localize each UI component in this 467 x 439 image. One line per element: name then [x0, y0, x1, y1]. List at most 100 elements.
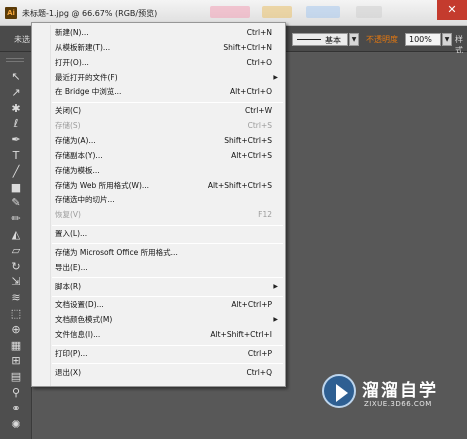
play-icon [336, 384, 348, 402]
file-menu-item[interactable]: 存储为 Microsoft Office 所用格式... [34, 246, 284, 259]
file-menu-item[interactable]: 置入(L)... [34, 227, 284, 240]
opacity-dropdown-icon[interactable]: ▼ [442, 33, 452, 46]
tools-panel: ↖ ↗ ✱ ℓ ✒ T ╱ ■ ✎ ✏ ◭ ▱ ↻ ⇲ ≋ ⬚ ⊕ ▦ ⊞ ▤ ⚲ ⚭ ✺ [0, 52, 32, 439]
line-tool-icon[interactable]: ╱ [8, 165, 24, 179]
watermark-url-text: ZIXUE.3D66.COM [364, 400, 432, 408]
menu-item-label: 在 Bridge 中浏览... [55, 87, 122, 97]
file-menu-item[interactable]: 存储为模板... [34, 164, 284, 177]
menu-item-label: 文档颜色模式(M) [55, 315, 113, 325]
file-menu-item[interactable]: 存储副本(Y)... Alt+Ctrl+S [34, 149, 284, 162]
menu-item-shortcut: Ctrl+O [246, 57, 272, 67]
eraser-tool-icon[interactable]: ▱ [8, 244, 24, 258]
perspective-grid-tool-icon[interactable]: ▦ [8, 339, 24, 353]
watermark-logo-icon [322, 374, 356, 408]
file-menu-item[interactable]: 导出(E)... [34, 261, 284, 274]
file-menu-item: 恢复(V) F12 [34, 208, 284, 221]
blob-brush-tool-icon[interactable]: ◭ [8, 228, 24, 242]
menu-item-label: 存储选中的切片... [55, 195, 115, 205]
shape-builder-tool-icon[interactable]: ⊕ [8, 323, 24, 337]
paintbrush-tool-icon[interactable]: ✎ [8, 196, 24, 210]
window-title: 未标题-1.jpg @ 66.67% (RGB/预览) [22, 9, 158, 18]
panel-grip[interactable] [6, 58, 24, 62]
menu-item-shortcut: Alt+Ctrl+P [231, 300, 272, 310]
stroke-style-dropdown-icon[interactable]: ▼ [349, 33, 359, 46]
watermark-brand-text: 溜溜自学 [362, 381, 438, 401]
file-menu-item[interactable]: 文件信息(I)... Alt+Shift+Ctrl+I [34, 328, 284, 341]
lasso-tool-icon[interactable]: ℓ [8, 117, 24, 131]
menu-item-label: 导出(E)... [55, 262, 88, 272]
magic-wand-tool-icon[interactable]: ✱ [8, 102, 24, 116]
menu-item-shortcut: Ctrl+P [247, 349, 272, 358]
file-menu-item[interactable]: 存储为 Web 所用格式(W)... Alt+Shift+Ctrl+S [34, 179, 284, 192]
menu-separator [52, 243, 283, 245]
file-menu-item[interactable]: 从模板新建(T)... Shift+Ctrl+N [34, 41, 284, 54]
opacity-input[interactable]: 100% [405, 33, 441, 46]
menu-item-label: 存储副本(Y)... [55, 150, 103, 160]
opacity-label[interactable]: 不透明度 [366, 34, 398, 45]
pen-tool-icon[interactable]: ✒ [8, 133, 24, 147]
menu-item-shortcut: Alt+Shift+Ctrl+S [207, 180, 272, 190]
pencil-tool-icon[interactable]: ✏ [8, 212, 24, 226]
submenu-arrow-icon: ▶ [273, 73, 278, 81]
warp-tool-icon[interactable]: ≋ [8, 291, 24, 305]
menu-item-label: 退出(X) [55, 367, 81, 377]
submenu-arrow-icon: ▶ [273, 316, 278, 324]
menu-separator [52, 295, 283, 297]
file-menu-item[interactable]: 最近打开的文件(F) ▶ [34, 71, 284, 84]
menu-item-label: 存储为 Microsoft Office 所用格式... [55, 247, 178, 257]
menu-item-shortcut: Ctrl+Q [246, 367, 272, 377]
selection-tool-icon[interactable]: ↖ [8, 70, 24, 84]
menu-separator [52, 344, 283, 346]
file-menu-item[interactable]: 文档设置(D)... Alt+Ctrl+P [34, 298, 284, 311]
menu-item-label: 新建(N)... [55, 28, 89, 37]
stroke-preview-line [297, 39, 321, 40]
stroke-style-select[interactable]: 基本 [292, 33, 348, 46]
free-transform-tool-icon[interactable]: ⬚ [8, 307, 24, 321]
menu-item-label: 文件信息(I)... [55, 330, 101, 340]
gradient-tool-icon[interactable]: ▤ [8, 370, 24, 384]
menu-item-shortcut: F12 [258, 210, 272, 220]
file-menu-item[interactable]: 打印(P)... Ctrl+P [34, 347, 284, 360]
blend-tool-icon[interactable]: ⚭ [8, 402, 24, 416]
file-menu-item[interactable]: 存储为(A)... Shift+Ctrl+S [34, 134, 284, 147]
menu-separator [52, 224, 283, 226]
file-menu: 新建(N)... Ctrl+N 从模板新建(T)... Shift+Ctrl+N 打开(… [31, 22, 286, 387]
menu-item-label: 置入(L)... [55, 229, 88, 239]
illustrator-app-icon: Ai [5, 7, 17, 19]
menu-item-shortcut: Ctrl+W [244, 106, 272, 116]
menu-separator [52, 363, 283, 365]
rectangle-tool-icon[interactable]: ■ [8, 181, 24, 195]
rotate-tool-icon[interactable]: ↻ [8, 260, 24, 274]
menu-item-label: 存储为 Web 所用格式(W)... [55, 180, 150, 190]
menu-item-label: 存储为模板... [55, 165, 100, 175]
menu-item-shortcut: Alt+Ctrl+O [230, 87, 272, 97]
menu-item-shortcut: Alt+Shift+Ctrl+I [210, 330, 272, 340]
menu-item-shortcut: Shift+Ctrl+N [223, 42, 272, 52]
type-tool-icon[interactable]: T [8, 149, 24, 163]
menu-item-label: 最近打开的文件(F) [55, 72, 118, 82]
file-menu-item[interactable]: 打开(O)... Ctrl+O [34, 56, 284, 69]
mesh-tool-icon[interactable]: ⊞ [8, 354, 24, 368]
file-menu-item[interactable]: 在 Bridge 中浏览... Alt+Ctrl+O [34, 85, 284, 98]
watermark: 溜溜自学 ZIXUE.3D66.COM [322, 374, 440, 414]
menu-item-shortcut: Alt+Ctrl+S [231, 150, 272, 160]
scale-tool-icon[interactable]: ⇲ [8, 275, 24, 289]
menu-item-label: 文档设置(D)... [55, 300, 104, 310]
menu-item-label: 打开(O)... [55, 57, 89, 67]
close-window-button[interactable]: ✕ [437, 0, 467, 20]
file-menu-item[interactable]: 关闭(C) Ctrl+W [34, 104, 284, 117]
selection-status-label: 未选 [14, 35, 30, 44]
menu-item-label: 脚本(R) [55, 281, 82, 291]
blurred-tabs [210, 6, 450, 18]
eyedropper-tool-icon[interactable]: ⚲ [8, 386, 24, 400]
file-menu-item[interactable]: 退出(X) Ctrl+Q [34, 366, 284, 379]
file-menu-item[interactable]: 文档颜色模式(M) ▶ [34, 313, 284, 326]
menu-item-label: 存储为(A)... [55, 135, 96, 145]
file-menu-item[interactable]: 存储选中的切片... [34, 193, 284, 206]
file-menu-item[interactable]: 新建(N)... Ctrl+N [34, 26, 284, 39]
menu-item-shortcut: Ctrl+S [247, 121, 272, 131]
file-menu-item[interactable]: 脚本(R) ▶ [34, 280, 284, 293]
symbol-sprayer-tool-icon[interactable]: ✺ [8, 418, 24, 432]
direct-selection-tool-icon[interactable]: ↗ [8, 86, 24, 100]
menu-item-shortcut: Shift+Ctrl+S [224, 135, 272, 145]
